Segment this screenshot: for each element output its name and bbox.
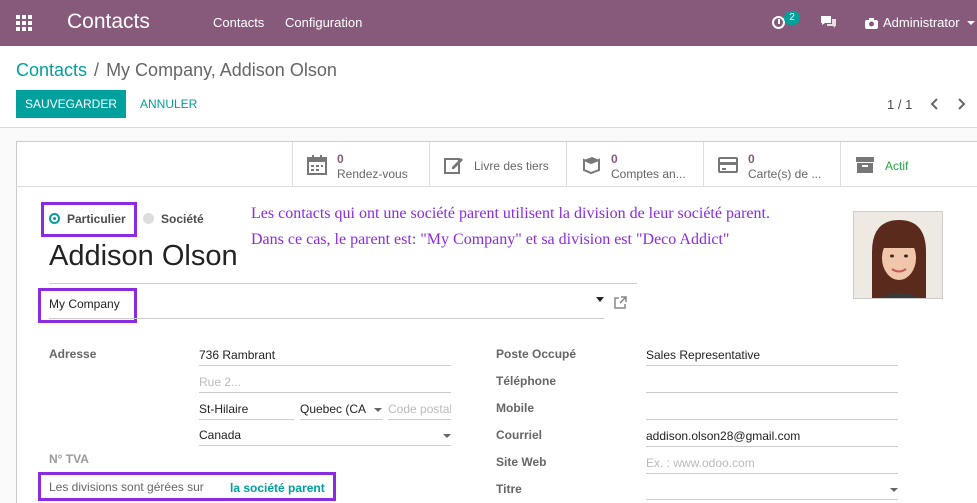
chevron-left-icon[interactable] [929, 97, 941, 111]
avatar[interactable] [853, 211, 943, 299]
parent-company-link[interactable]: la société parent [230, 481, 325, 495]
cards-count: 0 [748, 152, 755, 166]
city-underline [199, 419, 294, 420]
form-sheet [16, 141, 977, 503]
user-avatar-icon [865, 17, 878, 29]
cancel-button[interactable]: ANNULER [140, 97, 197, 111]
chevron-right-icon[interactable] [955, 97, 967, 111]
app-brand[interactable]: Contacts [67, 10, 150, 34]
avatar-photo [854, 212, 942, 298]
annotation-line-2: Dans ce cas, le parent est: "My Company"… [251, 231, 730, 248]
name-underline [49, 283, 637, 284]
country-select[interactable]: Canada [199, 428, 241, 442]
analytic-accounts-count: 0 [611, 152, 618, 166]
breadcrumb-contacts[interactable]: Contacts [16, 60, 87, 81]
chevron-down-icon[interactable] [443, 434, 451, 438]
radio-company-label[interactable]: Société [161, 212, 204, 226]
breadcrumb-current: My Company, Addison Olson [106, 60, 337, 80]
parent-company-field[interactable]: My Company [49, 297, 120, 311]
book-icon [583, 157, 600, 175]
phone-label: Téléphone [496, 374, 557, 388]
street2-field[interactable]: Rue 2... [199, 375, 241, 389]
chat-icon[interactable] [820, 15, 837, 32]
zip-field[interactable]: Code postal [388, 402, 451, 416]
function-underline [646, 365, 898, 366]
active-label: Actif [885, 159, 909, 173]
annotation-note: Les contacts qui ont une société parent … [251, 201, 770, 253]
menu-contacts[interactable]: Contacts [213, 15, 264, 30]
meetings-button[interactable]: 0 Rendez-vous [292, 142, 429, 187]
chevron-down-icon[interactable] [374, 408, 382, 412]
smart-button-box: 0 Rendez-vous Livre des tiers 0 Comptes … [292, 142, 977, 187]
breadcrumb: Contacts / My Company, Addison Olson [16, 60, 337, 81]
divisions-label: Les divisions sont gérées sur [49, 480, 204, 494]
state-underline [300, 419, 383, 420]
street-underline [199, 365, 451, 366]
dropdown-caret-icon[interactable] [596, 297, 604, 302]
mobile-field[interactable] [646, 419, 898, 420]
user-name: Administrator [883, 15, 960, 30]
title-label: Titre [496, 482, 522, 496]
user-menu[interactable]: Administrator [865, 15, 975, 30]
street-field[interactable]: 736 Rambrant [199, 348, 275, 362]
top-navbar: Contacts Contacts Configuration 2 Admini… [0, 0, 977, 46]
save-button[interactable]: SAUVEGARDER [16, 90, 126, 118]
partner-ledger-button[interactable]: Livre des tiers [429, 142, 566, 187]
activity-button[interactable]: 2 [772, 11, 800, 33]
state-select[interactable]: Quebec (CA [300, 402, 366, 416]
country-underline [199, 445, 451, 446]
phone-field[interactable] [646, 392, 898, 393]
company-underline [49, 318, 604, 319]
external-link-icon[interactable] [614, 296, 627, 309]
calendar-icon [307, 155, 327, 175]
meetings-label: Rendez-vous [337, 167, 408, 181]
website-underline [646, 473, 898, 474]
archive-icon [856, 157, 874, 173]
partner-ledger-label: Livre des tiers [474, 159, 549, 173]
edit-icon [444, 158, 463, 174]
partner-name[interactable]: Addison Olson [49, 240, 238, 273]
chevron-down-icon[interactable] [890, 488, 898, 492]
annotation-line-1: Les contacts qui ont une société parent … [251, 205, 770, 222]
street2-underline [199, 392, 451, 393]
menu-configuration[interactable]: Configuration [285, 15, 362, 30]
radio-individual[interactable] [49, 213, 60, 224]
radio-company[interactable] [143, 213, 154, 224]
apps-grid-icon[interactable] [14, 13, 34, 33]
meetings-count: 0 [337, 152, 344, 166]
function-label: Poste Occupé [496, 347, 577, 361]
address-label: Adresse [49, 347, 97, 361]
activity-badge: 2 [784, 11, 800, 25]
credit-card-icon [718, 157, 738, 173]
cards-label: Carte(s) de ... [748, 167, 822, 181]
breadcrumb-separator: / [94, 60, 100, 80]
city-field[interactable]: St-Hilaire [199, 402, 248, 416]
active-toggle-button[interactable]: Actif [840, 142, 977, 187]
analytic-accounts-button[interactable]: 0 Comptes an... [566, 142, 703, 187]
website-label: Site Web [496, 455, 547, 469]
email-underline [646, 446, 898, 447]
pager-value: 1 / 1 [887, 97, 913, 112]
cards-button[interactable]: 0 Carte(s) de ... [703, 142, 840, 187]
email-field[interactable]: addison.olson28@gmail.com [646, 429, 800, 443]
chevron-down-icon [966, 20, 975, 25]
website-field[interactable]: Ex. : www.odoo.com [646, 456, 755, 470]
zip-underline [388, 419, 451, 420]
title-select[interactable] [646, 499, 898, 500]
function-field[interactable]: Sales Representative [646, 348, 760, 362]
button-box-divider [16, 186, 977, 187]
radio-individual-label[interactable]: Particulier [67, 212, 126, 226]
analytic-accounts-label: Comptes an... [611, 167, 686, 181]
email-label: Courriel [496, 428, 543, 442]
vat-label: N° TVA [49, 452, 89, 466]
mobile-label: Mobile [496, 401, 534, 415]
